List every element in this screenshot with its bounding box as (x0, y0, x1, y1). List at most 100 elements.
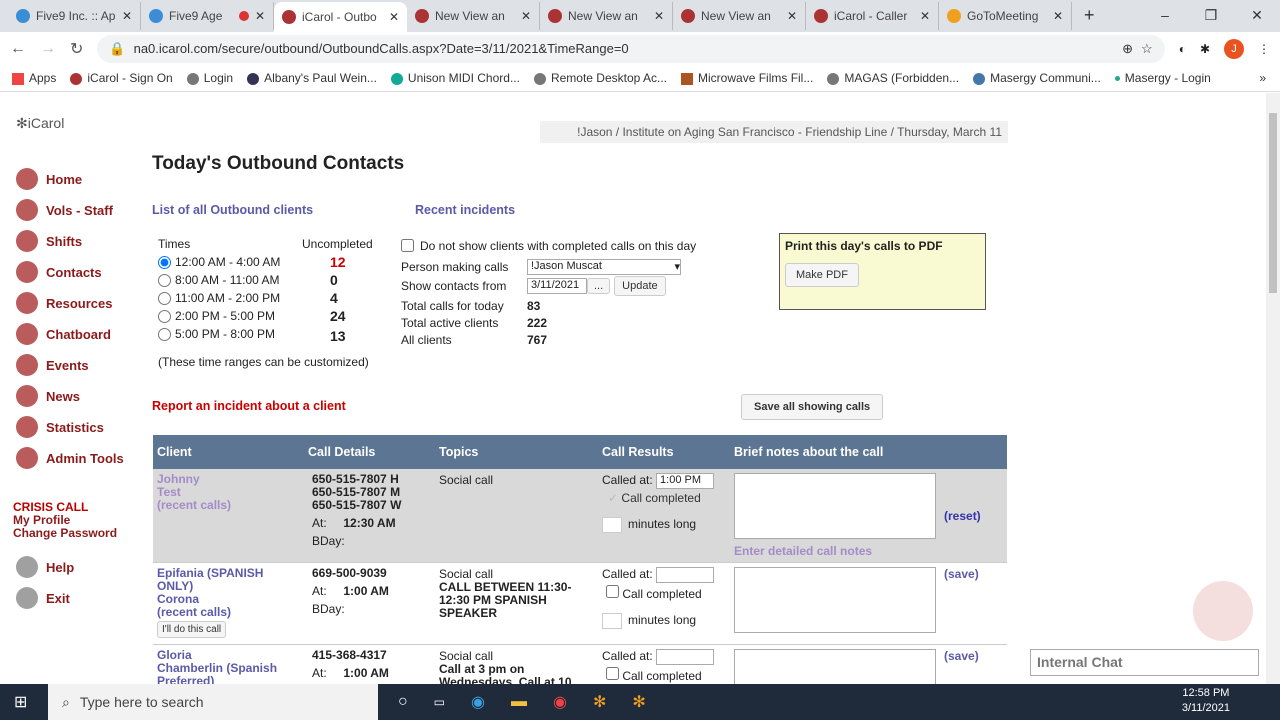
client-name[interactable]: Gloria Chamberlin (Spanish Preferred) (157, 649, 300, 685)
internal-chat-bar[interactable]: Internal Chat (1030, 649, 1259, 676)
extension-icon[interactable]: ◐ (1179, 42, 1186, 56)
minimize-button[interactable]: – (1142, 0, 1188, 30)
make-pdf-button[interactable]: Make PDF (785, 263, 859, 287)
notes-textarea[interactable] (734, 567, 936, 633)
chat-widget-icon[interactable] (1193, 581, 1253, 641)
minutes-input[interactable] (602, 613, 622, 629)
bookmark[interactable]: Microwave Films Fil... (681, 71, 813, 85)
report-incident-link[interactable]: Report an incident about a client (152, 399, 346, 413)
browser-tab[interactable]: New View an ✕ (673, 2, 806, 30)
sidebar-item-exit[interactable]: Exit (16, 587, 70, 609)
notes-textarea[interactable] (734, 473, 936, 539)
sidebar-item-shifts[interactable]: Shifts (16, 230, 82, 252)
clock[interactable]: 12:58 PM 3/11/2021 (1182, 686, 1230, 716)
bookmark[interactable]: MAGAS (Forbidden... (827, 71, 959, 85)
close-icon[interactable]: ✕ (920, 9, 930, 23)
browser-tab[interactable]: iCarol - Caller ✕ (806, 2, 939, 30)
back-icon[interactable]: ← (10, 40, 26, 58)
gotomeeting-icon[interactable]: ✻ (593, 692, 606, 712)
sidebar-item-vols-staff[interactable]: Vols - Staff (16, 199, 113, 221)
browser-tab[interactable]: Five9 Age ✕ (141, 2, 274, 30)
taskbar-search[interactable]: ⌕ Type here to search (48, 684, 378, 720)
call-completed-checkbox[interactable] (606, 585, 619, 598)
restore-button[interactable]: ❐ (1188, 0, 1234, 30)
bookmark[interactable]: Login (186, 71, 233, 85)
called-at-input[interactable] (656, 567, 715, 583)
puzzle-icon[interactable]: ✱ (1200, 42, 1210, 56)
close-icon[interactable]: ✕ (521, 9, 531, 23)
reset-link[interactable]: (reset) (944, 509, 981, 523)
recent-incidents-link[interactable]: Recent incidents (415, 203, 515, 217)
gotomeeting-icon[interactable]: ✻ (632, 692, 645, 712)
close-icon[interactable]: ✕ (255, 9, 265, 23)
bookmark[interactable]: Albany's Paul Wein... (247, 71, 377, 85)
edge-icon[interactable]: ◉ (471, 692, 485, 712)
browser-tab-active[interactable]: iCarol - Outbo ✕ (274, 2, 407, 32)
called-at-input[interactable] (656, 649, 715, 665)
bookmark[interactable]: Apps (12, 71, 56, 85)
time-range-radio[interactable] (158, 291, 171, 305)
time-range-radio[interactable] (158, 327, 171, 341)
save-all-button[interactable]: Save all showing calls (741, 394, 884, 420)
sidebar-item-news[interactable]: News (16, 385, 80, 407)
sidebar-item-events[interactable]: Events (16, 354, 89, 376)
client-name[interactable]: Epifania (SPANISH ONLY) Corona (recent cal… (157, 567, 300, 619)
do-call-button[interactable]: I'll do this call (157, 621, 227, 638)
sidebar-item-resources[interactable]: Resources (16, 292, 112, 314)
sidebar-item-chatboard[interactable]: Chatboard (16, 323, 111, 345)
windows-start-icon[interactable]: ⊞ (14, 692, 27, 712)
avatar[interactable]: J (1224, 38, 1244, 59)
url-field[interactable]: 🔒 na0.icarol.com/secure/outbound/Outbound… (97, 34, 1165, 63)
cortana-icon[interactable]: ○ (398, 693, 408, 711)
time-range-radio[interactable] (158, 255, 171, 269)
browser-tab[interactable]: New View an ✕ (407, 2, 540, 30)
browser-tab[interactable]: GoToMeeting ✕ (939, 2, 1072, 30)
date-input[interactable]: 3/11/2021 (527, 278, 587, 294)
change-password-link[interactable]: Change Password (13, 527, 117, 540)
bookmark[interactable]: Masergy Communi... (973, 71, 1101, 85)
save-link[interactable]: (save) (944, 567, 979, 581)
reload-icon[interactable]: ↻ (70, 39, 83, 59)
check-icon[interactable]: ✓ (608, 491, 618, 505)
file-explorer-icon[interactable]: ▬ (511, 693, 527, 711)
task-view-icon[interactable]: ▭ (434, 695, 445, 709)
close-icon[interactable]: ✕ (389, 10, 399, 24)
all-clients-link[interactable]: List of all Outbound clients (152, 203, 313, 217)
close-icon[interactable]: ✕ (654, 9, 664, 23)
hide-completed-checkbox[interactable] (401, 239, 414, 252)
called-at-input[interactable]: 1:00 PM (656, 473, 715, 489)
close-icon[interactable]: ✕ (787, 9, 797, 23)
zoom-icon[interactable]: ⊕ (1122, 41, 1133, 57)
bookmark[interactable]: Unison MIDI Chord... (390, 71, 520, 85)
sidebar-item-help[interactable]: Help (16, 556, 74, 578)
bookmark[interactable]: Masergy - Login (1114, 71, 1211, 85)
new-tab-button[interactable]: + (1084, 5, 1095, 26)
star-icon[interactable]: ☆ (1141, 41, 1153, 57)
bookmark[interactable]: Remote Desktop Ac... (533, 71, 667, 85)
time-range-radio[interactable] (158, 273, 171, 287)
browser-tab[interactable]: New View an ✕ (540, 2, 673, 30)
close-window-button[interactable]: ✕ (1234, 0, 1280, 30)
chrome-icon[interactable]: ◉ (553, 692, 567, 712)
sidebar-item-home[interactable]: Home (16, 168, 82, 190)
menu-icon[interactable]: ⋮ (1258, 42, 1270, 56)
time-range-radio[interactable] (158, 309, 171, 323)
sidebar-item-contacts[interactable]: Contacts (16, 261, 102, 283)
notes-textarea[interactable] (734, 649, 936, 684)
minutes-input[interactable] (602, 517, 622, 533)
person-select[interactable]: !Jason Muscat ▾ (527, 258, 681, 275)
sidebar-item-admin-tools[interactable]: Admin Tools (16, 447, 124, 469)
client-name[interactable]: Johnny Test (recent calls) (157, 473, 300, 512)
browser-tab[interactable]: Five9 Inc. :: Ap ✕ (8, 2, 141, 30)
bookmark[interactable]: iCarol - Sign On (70, 71, 173, 85)
more-bookmarks-icon[interactable]: » (1259, 71, 1266, 85)
forward-icon[interactable]: → (40, 40, 56, 58)
save-link[interactable]: (save) (944, 649, 979, 663)
sidebar-item-statistics[interactable]: Statistics (16, 416, 104, 438)
update-button[interactable]: Update (614, 276, 666, 296)
call-completed-checkbox[interactable] (606, 667, 619, 680)
scrollbar[interactable] (1266, 93, 1280, 684)
date-picker-button[interactable]: ... (587, 278, 611, 294)
close-icon[interactable]: ✕ (122, 9, 132, 23)
detailed-notes-link[interactable]: Enter detailed call notes (734, 545, 936, 558)
